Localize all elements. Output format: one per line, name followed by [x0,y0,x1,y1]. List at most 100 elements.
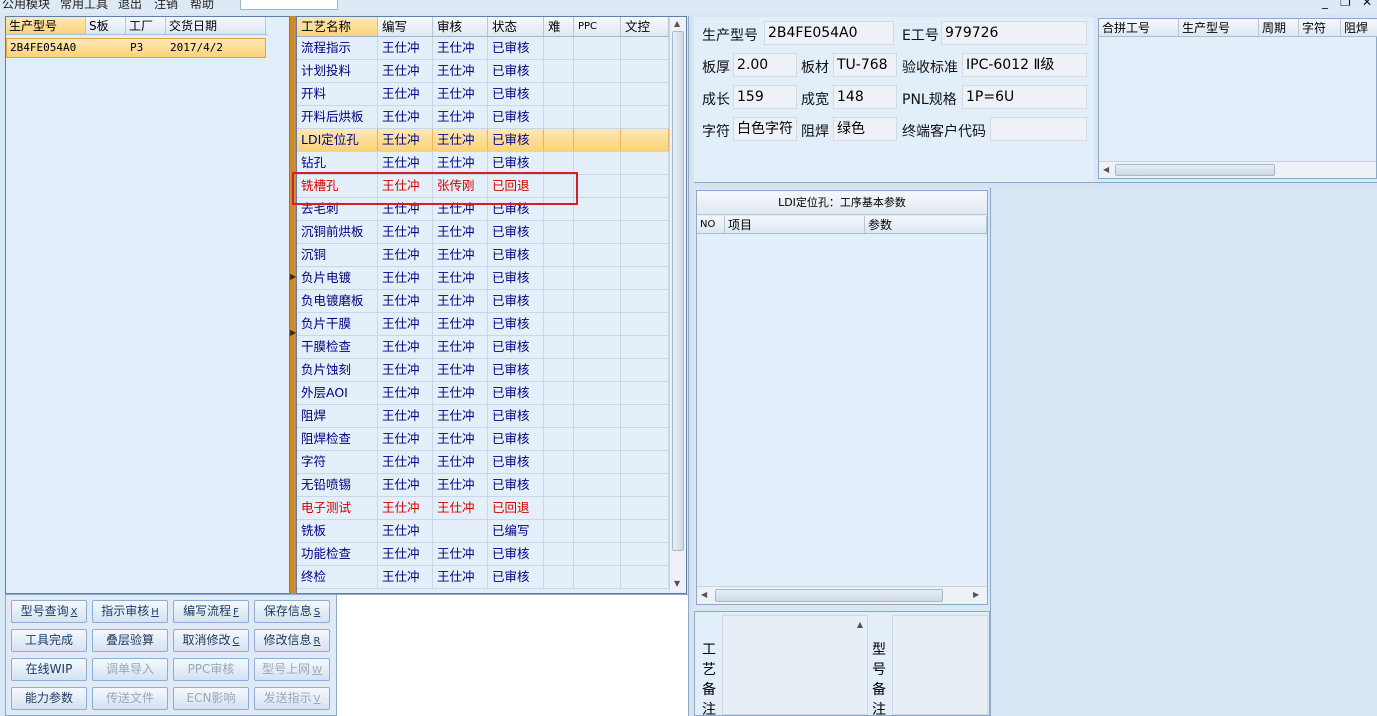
action-button[interactable]: 型号上网 W [254,658,330,681]
column-status[interactable]: 状态 [488,17,544,36]
scroll-left-icon[interactable]: ◀ [701,590,707,599]
column-ppc[interactable]: PPC [574,17,621,36]
material-field[interactable]: TU-768 [833,53,897,77]
column-merge-number[interactable]: 合拼工号 [1099,19,1179,36]
status-cell: 已回退 [488,175,544,197]
column-merge-model[interactable]: 生产型号 [1179,19,1259,36]
menu-exit[interactable]: 退出 [118,0,142,12]
column-reviewer[interactable]: 审核 [433,17,488,36]
table-row[interactable]: 2B4FE054A0 P3 2017/4/2 [6,38,266,58]
action-button[interactable]: 叠层验算 [92,629,168,652]
column-difficulty[interactable]: 难 [544,17,574,36]
scroll-right-icon[interactable]: ▶ [973,590,979,599]
process-grid-scrollbar[interactable]: ▲ ▼ [669,17,686,592]
action-button[interactable]: 发送指示 V [254,687,330,710]
table-row[interactable]: 负片电镀 王仕冲 王仕冲 已审核 [297,267,669,290]
table-row[interactable]: 终检 王仕冲 王仕冲 已审核 [297,566,669,589]
column-delivery-date[interactable]: 交货日期 [166,17,266,34]
action-button[interactable]: 调单导入 [92,658,168,681]
table-row[interactable]: 电子测试 王仕冲 王仕冲 已回退 [297,497,669,520]
column-model[interactable]: 生产型号 [6,17,86,34]
width-field[interactable]: 148 [833,85,897,109]
process-name-cell: 开料 [297,83,378,105]
table-row[interactable]: 字符 王仕冲 王仕冲 已审核 [297,451,669,474]
menu-help[interactable]: 帮助 [190,0,214,12]
column-cycle[interactable]: 周期 [1259,19,1299,36]
minimize-icon[interactable]: _ [1322,0,1328,9]
column-no[interactable]: NO [697,216,725,233]
action-button[interactable]: 在线WIP [11,658,87,681]
pnl-field[interactable]: 1P=6U [962,85,1087,109]
e-number-field[interactable]: 979726 [941,21,1087,45]
table-row[interactable]: 钻孔 王仕冲 王仕冲 已审核 [297,152,669,175]
model-remark-field[interactable] [892,615,988,715]
customer-code-field[interactable] [990,117,1087,141]
table-row[interactable]: 去毛刺 王仕冲 王仕冲 已审核 [297,198,669,221]
model-label: 生产型号 [702,28,758,44]
difficulty-cell [544,244,574,266]
action-button[interactable]: PPC审核 [173,658,249,681]
thickness-field[interactable]: 2.00 [733,53,797,77]
table-row[interactable]: 无铅喷锡 王仕冲 王仕冲 已审核 [297,474,669,497]
table-row[interactable]: 铣槽孔 王仕冲 张传刚 已回退 [297,175,669,198]
scroll-thumb[interactable] [1115,164,1275,176]
column-character[interactable]: 字符 [1299,19,1341,36]
table-row[interactable]: 计划投料 王仕冲 王仕冲 已审核 [297,60,669,83]
vertical-splitter[interactable] [688,16,693,716]
standard-field[interactable]: IPC-6012 Ⅱ级 [962,53,1087,77]
param-table-hscrollbar[interactable]: ◀ ▶ [697,586,987,604]
action-button[interactable]: 修改信息 R [254,629,330,652]
character-field[interactable]: 白色字符 [733,117,797,141]
table-row[interactable]: 干膜检查 王仕冲 王仕冲 已审核 [297,336,669,359]
column-process-name[interactable]: 工艺名称 [297,17,378,36]
table-row[interactable]: 负片干膜 王仕冲 王仕冲 已审核 [297,313,669,336]
table-row[interactable]: 流程指示 王仕冲 王仕冲 已审核 [297,37,669,60]
table-row[interactable]: 开料后烘板 王仕冲 王仕冲 已审核 [297,106,669,129]
merge-table-hscrollbar[interactable]: ◀ [1099,161,1376,178]
menu-common-tools[interactable]: 常用工具 [60,0,108,12]
table-row[interactable]: 沉铜前烘板 王仕冲 王仕冲 已审核 [297,221,669,244]
column-factory[interactable]: 工厂 [126,17,166,34]
table-row[interactable]: 沉铜 王仕冲 王仕冲 已审核 [297,244,669,267]
column-item[interactable]: 项目 [725,216,865,233]
table-row[interactable]: 负片蚀刻 王仕冲 王仕冲 已审核 [297,359,669,382]
scroll-thumb[interactable] [715,589,943,602]
action-button[interactable]: 工具完成 [11,629,87,652]
action-button[interactable]: 型号查询 X [11,600,87,623]
table-row[interactable]: 阻焊检查 王仕冲 王仕冲 已审核 [297,428,669,451]
action-button[interactable]: 保存信息 S [254,600,330,623]
table-row[interactable]: 功能检查 王仕冲 王仕冲 已审核 [297,543,669,566]
menu-common-modules[interactable]: 公用模块 [2,0,50,12]
action-button[interactable]: 取消修改 C [173,629,249,652]
column-solder-mask[interactable]: 阻焊 [1341,19,1377,36]
length-field[interactable]: 159 [733,85,797,109]
menu-combo-box[interactable] [240,0,338,10]
model-field[interactable]: 2B4FE054A0 [764,21,894,45]
menu-logout[interactable]: 注销 [154,0,178,12]
table-row[interactable]: 外层AOI 王仕冲 王仕冲 已审核 [297,382,669,405]
action-button[interactable]: 能力参数 [11,687,87,710]
model-remark-label: 型号备注 [872,642,886,716]
action-button[interactable]: 传送文件 [92,687,168,710]
solder-mask-field[interactable]: 绿色 [833,117,897,141]
action-button[interactable]: 指示审核 H [92,600,168,623]
table-row[interactable]: LDI定位孔 王仕冲 王仕冲 已审核 [297,129,669,152]
scroll-up-icon[interactable]: ▲ [674,19,680,28]
column-param[interactable]: 参数 [865,216,987,233]
action-button[interactable]: ECN影响 [173,687,249,710]
table-row[interactable]: 铣板 王仕冲 已编写 [297,520,669,543]
column-doc-control[interactable]: 文控 [621,17,669,36]
column-s-board[interactable]: S板 [86,17,126,34]
close-icon[interactable]: ✕ [1362,0,1372,9]
table-row[interactable]: 阻焊 王仕冲 王仕冲 已审核 [297,405,669,428]
column-writer[interactable]: 编写 [378,17,433,36]
process-remark-field[interactable]: ▲ [722,615,868,715]
table-row[interactable]: 负电镀磨板 王仕冲 王仕冲 已审核 [297,290,669,313]
scroll-left-icon[interactable]: ◀ [1103,165,1109,174]
table-row[interactable]: 开料 王仕冲 王仕冲 已审核 [297,83,669,106]
action-button[interactable]: 编写流程 F [173,600,249,623]
scroll-down-icon[interactable]: ▼ [674,579,680,588]
scroll-up-icon[interactable]: ▲ [857,620,863,629]
scroll-thumb[interactable] [672,31,684,551]
restore-icon[interactable]: ❐ [1340,0,1351,9]
